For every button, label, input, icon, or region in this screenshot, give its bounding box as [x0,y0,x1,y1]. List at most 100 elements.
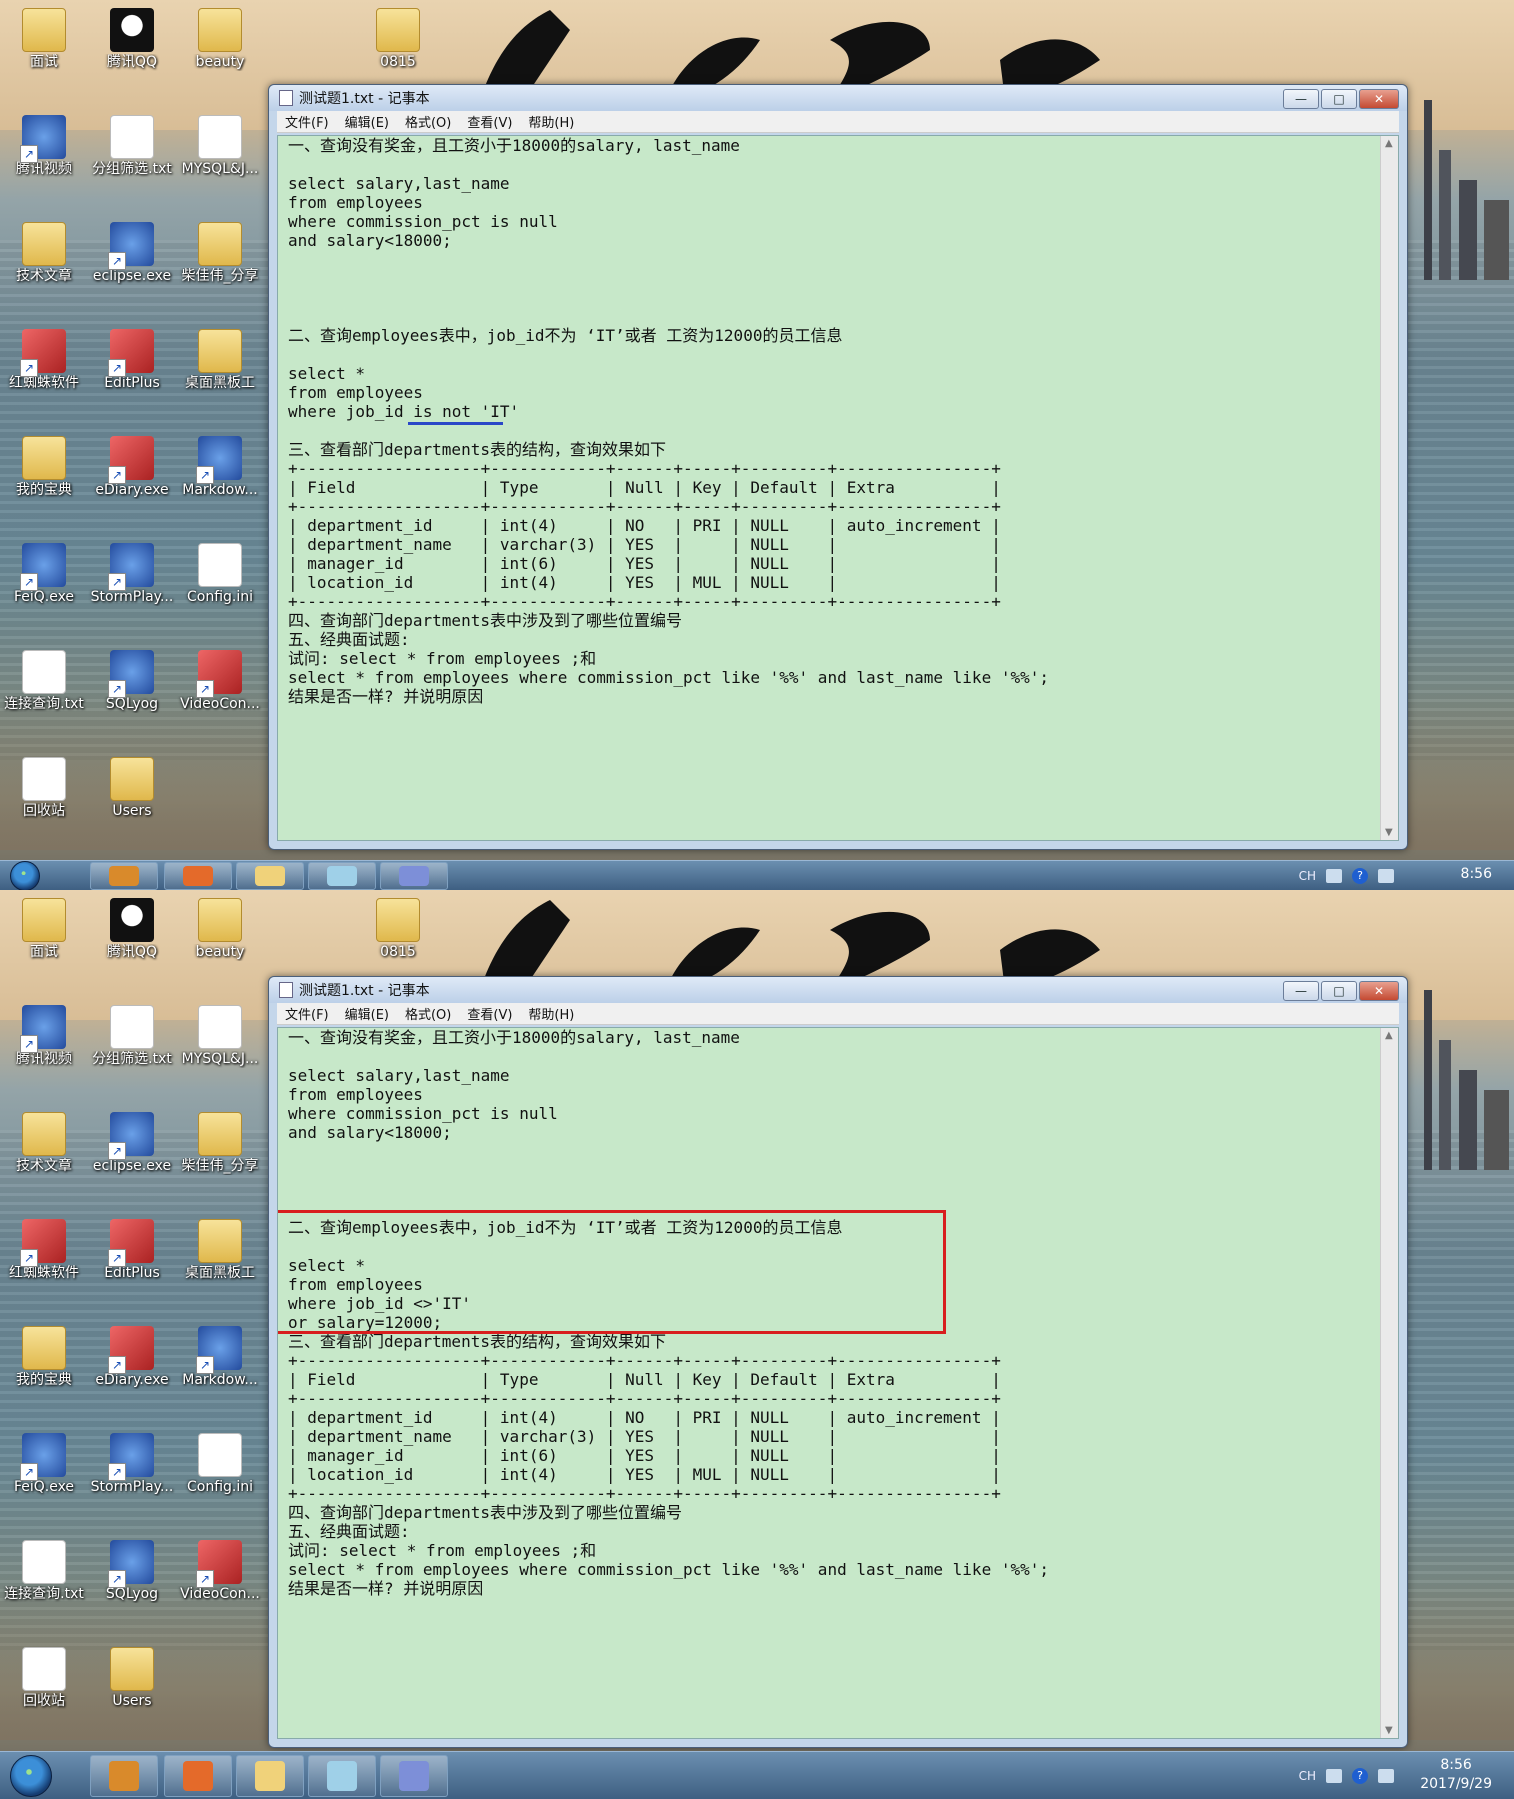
desktop-icon[interactable]: 腾讯QQ [88,0,176,92]
minimize-button[interactable]: — [1283,89,1319,109]
desktop-icon[interactable]: eDiary.exe [88,1318,176,1410]
desktop-icon[interactable]: VideoCon... [176,1532,264,1624]
start-button[interactable] [10,861,40,890]
language-indicator[interactable]: CH [1299,1769,1316,1783]
menu-file[interactable]: 文件(F) [285,112,329,131]
desktop-icon[interactable]: 红蜘蛛软件 [0,321,88,413]
taskbar-button-explorer[interactable] [236,862,304,890]
taskbar-button-explorer[interactable] [236,1755,304,1797]
desktop-icon[interactable]: 柴佳伟_分享 [176,214,264,306]
desktop-icon[interactable]: 红蜘蛛软件 [0,1211,88,1303]
desktop-icon[interactable]: 桌面黑板工 [176,1211,264,1303]
menu-format[interactable]: 格式(O) [405,1004,451,1023]
desktop-icon[interactable]: beauty [176,0,264,92]
menu-help[interactable]: 帮助(H) [528,1004,574,1023]
title-bar[interactable]: 测试题1.txt - 记事本 — □ ✕ [269,85,1407,111]
menu-file[interactable]: 文件(F) [285,1004,329,1023]
taskbar-button-notepad[interactable] [308,862,376,890]
taskbar-button-videoconverter[interactable] [164,1755,232,1797]
desktop-icon[interactable]: 我的宝典 [0,1318,88,1410]
desktop-icon[interactable]: EditPlus [88,1211,176,1303]
menu-edit[interactable]: 编辑(E) [345,1004,389,1023]
desktop-icon[interactable]: StormPlay... [88,535,176,627]
title-bar[interactable]: 测试题1.txt - 记事本 — □ ✕ [269,977,1407,1003]
desktop-icon[interactable]: 腾讯QQ [88,890,176,982]
desktop-icon[interactable]: Users [88,749,176,841]
keyboard-icon[interactable] [1326,1769,1342,1783]
desktop-icon[interactable]: 腾讯视频 [0,997,88,1089]
desktop-icon[interactable]: Markdow... [176,428,264,520]
close-button[interactable]: ✕ [1359,89,1399,109]
taskbar-button-videoconverter[interactable] [164,862,232,890]
desktop-icon[interactable]: 0815 [354,0,442,92]
maximize-button[interactable]: □ [1321,89,1357,109]
desktop-icon[interactable]: 回收站 [0,749,88,841]
desktop-icon[interactable]: SQLyog [88,642,176,734]
taskbar-button-sqlyog[interactable] [380,862,448,890]
taskbar-button-notepad[interactable] [308,1755,376,1797]
language-indicator[interactable]: CH [1299,869,1316,883]
desktop-icon[interactable]: Config.ini [176,1425,264,1517]
keyboard-icon[interactable] [1326,869,1342,883]
desktop-icon[interactable]: 桌面黑板工 [176,321,264,413]
minimize-button[interactable]: — [1283,981,1319,1001]
close-button[interactable]: ✕ [1359,981,1399,1001]
taskbar-button-ediary[interactable] [90,1755,158,1797]
desktop-icon[interactable]: 面试 [0,0,88,92]
desktop-icon[interactable]: 技术文章 [0,1104,88,1196]
vertical-scrollbar[interactable]: ▲ ▼ [1380,136,1398,840]
desktop-icon[interactable]: FeiQ.exe [0,1425,88,1517]
desktop-icon[interactable]: 连接查询.txt [0,642,88,734]
clock[interactable]: 8:56 [1461,865,1492,884]
desktop-icon[interactable]: eclipse.exe [88,214,176,306]
desktop-icon[interactable]: 分组筛选.txt [88,997,176,1089]
taskbar-button-ediary[interactable] [90,862,158,890]
menu-edit[interactable]: 编辑(E) [345,112,389,131]
text-editor[interactable]: 一、查询没有奖金，且工资小于18000的salary, last_name se… [277,1027,1399,1739]
desktop-icon[interactable]: Config.ini [176,535,264,627]
desktop-icon[interactable]: Markdow... [176,1318,264,1410]
desktop-icon[interactable]: 回收站 [0,1639,88,1731]
scroll-down-icon[interactable]: ▼ [1385,827,1393,838]
desktop-icon[interactable]: MYSQL&J... [176,997,264,1089]
desktop-icon[interactable]: 技术文章 [0,214,88,306]
menu-view[interactable]: 查看(V) [467,112,512,131]
desktop-icon[interactable]: 柴佳伟_分享 [176,1104,264,1196]
text-editor[interactable]: 一、查询没有奖金，且工资小于18000的salary, last_name se… [277,135,1399,841]
desktop-icon[interactable]: VideoCon... [176,642,264,734]
desktop-icon[interactable]: SQLyog [88,1532,176,1624]
menu-view[interactable]: 查看(V) [467,1004,512,1023]
scroll-up-icon[interactable]: ▲ [1385,138,1393,149]
notepad-window[interactable]: 测试题1.txt - 记事本 — □ ✕ 文件(F) 编辑(E) 格式(O) 查… [268,84,1408,850]
start-button[interactable] [10,1755,52,1797]
help-icon[interactable]: ? [1352,868,1368,884]
network-icon[interactable] [1378,1769,1394,1783]
scroll-up-icon[interactable]: ▲ [1385,1030,1393,1041]
desktop-icon[interactable]: eclipse.exe [88,1104,176,1196]
desktop-icon[interactable]: 0815 [354,890,442,982]
doc-icon [198,1433,242,1477]
desktop-icon[interactable]: eDiary.exe [88,428,176,520]
clock[interactable]: 8:56 2017/9/29 [1420,1756,1492,1794]
desktop-icon[interactable]: 连接查询.txt [0,1532,88,1624]
desktop-icon[interactable]: FeiQ.exe [0,535,88,627]
document-text[interactable]: 一、查询没有奖金，且工资小于18000的salary, last_name se… [288,136,1378,706]
menu-format[interactable]: 格式(O) [405,112,451,131]
desktop-icon[interactable]: 我的宝典 [0,428,88,520]
scroll-down-icon[interactable]: ▼ [1385,1725,1393,1736]
network-icon[interactable] [1378,869,1394,883]
menu-help[interactable]: 帮助(H) [528,112,574,131]
notepad-window[interactable]: 测试题1.txt - 记事本 — □ ✕ 文件(F) 编辑(E) 格式(O) 查… [268,976,1408,1748]
desktop-icon[interactable]: Users [88,1639,176,1731]
maximize-button[interactable]: □ [1321,981,1357,1001]
desktop-icon[interactable]: 面试 [0,890,88,982]
desktop-icon[interactable]: StormPlay... [88,1425,176,1517]
desktop-icon[interactable]: EditPlus [88,321,176,413]
desktop-icon[interactable]: 分组筛选.txt [88,107,176,199]
help-icon[interactable]: ? [1352,1768,1368,1784]
desktop-icon[interactable]: 腾讯视频 [0,107,88,199]
taskbar-button-sqlyog[interactable] [380,1755,448,1797]
vertical-scrollbar[interactable]: ▲ ▼ [1380,1028,1398,1738]
desktop-icon[interactable]: MYSQL&J... [176,107,264,199]
desktop-icon[interactable]: beauty [176,890,264,982]
